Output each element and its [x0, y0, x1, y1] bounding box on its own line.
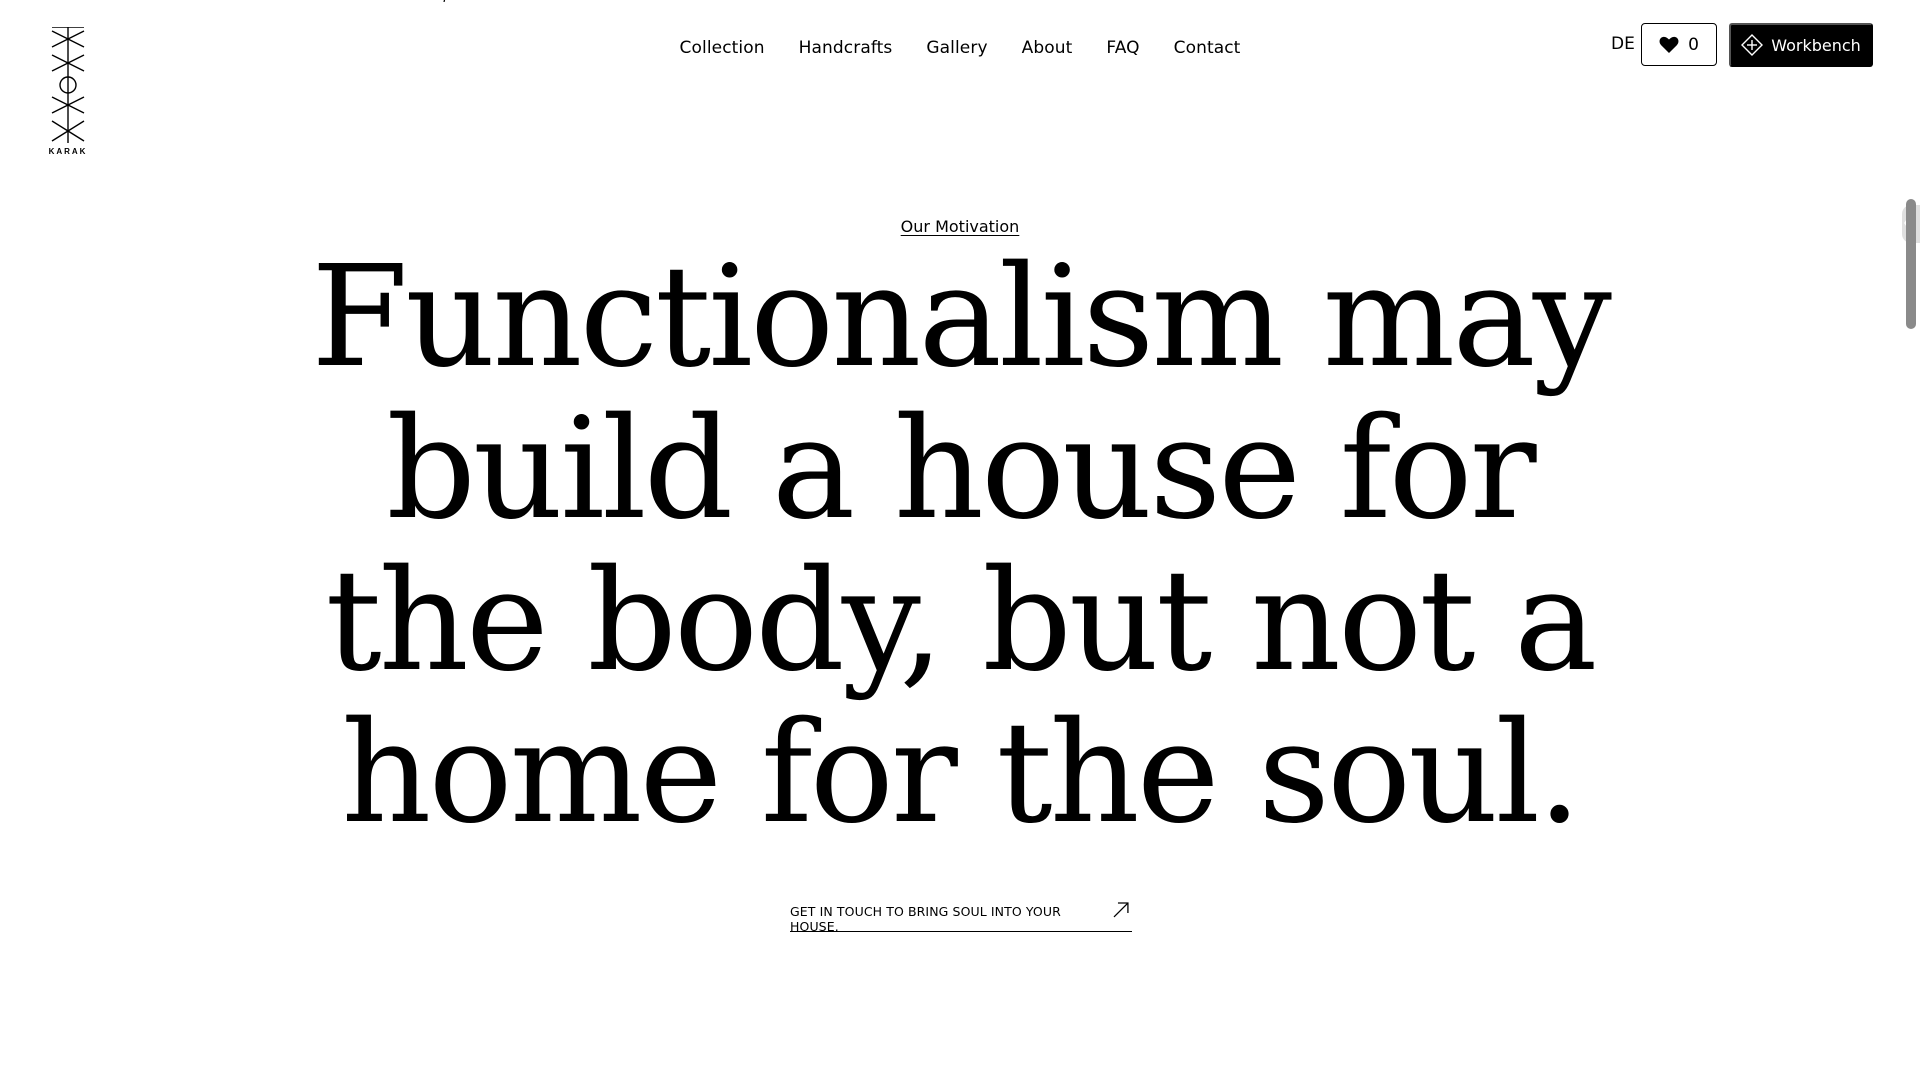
hero-headline: Functionalism may build a house for the …: [310, 242, 1612, 850]
favorites-count: 0: [1688, 34, 1699, 55]
nav-item: Gallery: [926, 38, 987, 58]
clipped-glyph-fragment: [443, 0, 446, 2]
nav-link-contact[interactable]: Contact: [1174, 38, 1241, 58]
nav-item: About: [1022, 38, 1073, 58]
karak-logo-mark-icon: [51, 27, 85, 143]
page: KARAK Collection Handcrafts Gallery Abou…: [0, 0, 1920, 1080]
headline-line: build a house for: [386, 388, 1536, 551]
heart-icon: [1659, 36, 1679, 53]
nav-link-gallery[interactable]: Gallery: [926, 38, 987, 58]
logo-wordmark: KARAK: [48, 147, 88, 156]
nav-item: FAQ: [1106, 38, 1139, 58]
headline-line: home for the soul.: [341, 692, 1581, 855]
cta-label: GET IN TOUCH TO BRING SOUL INTO YOUR HOU…: [790, 904, 1061, 934]
our-motivation-link[interactable]: Our Motivation: [901, 217, 1020, 236]
karak-logo[interactable]: KARAK: [48, 27, 88, 156]
get-in-touch-link[interactable]: GET IN TOUCH TO BRING SOUL INTO YOUR HOU…: [790, 902, 1132, 934]
language-switch-link[interactable]: DE: [1611, 34, 1635, 54]
arrow-up-right-icon: [1113, 902, 1129, 918]
headline-line: the body, but not a: [325, 540, 1597, 703]
diamond-plus-icon: [1741, 34, 1764, 56]
headline-line: Functionalism may: [311, 236, 1612, 399]
nav-list: Collection Handcrafts Gallery About FAQ …: [680, 38, 1241, 58]
scrollbar-thumb[interactable]: [1906, 199, 1916, 329]
nav-item: Handcrafts: [799, 38, 893, 58]
workbench-button[interactable]: Workbench: [1729, 23, 1873, 67]
nav-item: Contact: [1174, 38, 1241, 58]
nav-link-faq[interactable]: FAQ: [1106, 38, 1139, 58]
nav-item: Collection: [680, 38, 765, 58]
section-eyebrow: Our Motivation: [0, 217, 1920, 237]
nav-link-collection[interactable]: Collection: [680, 38, 765, 58]
nav-link-handcrafts[interactable]: Handcrafts: [799, 38, 893, 58]
favorites-button[interactable]: 0: [1641, 23, 1717, 66]
workbench-label: Workbench: [1771, 35, 1861, 55]
nav-link-about[interactable]: About: [1022, 38, 1073, 58]
